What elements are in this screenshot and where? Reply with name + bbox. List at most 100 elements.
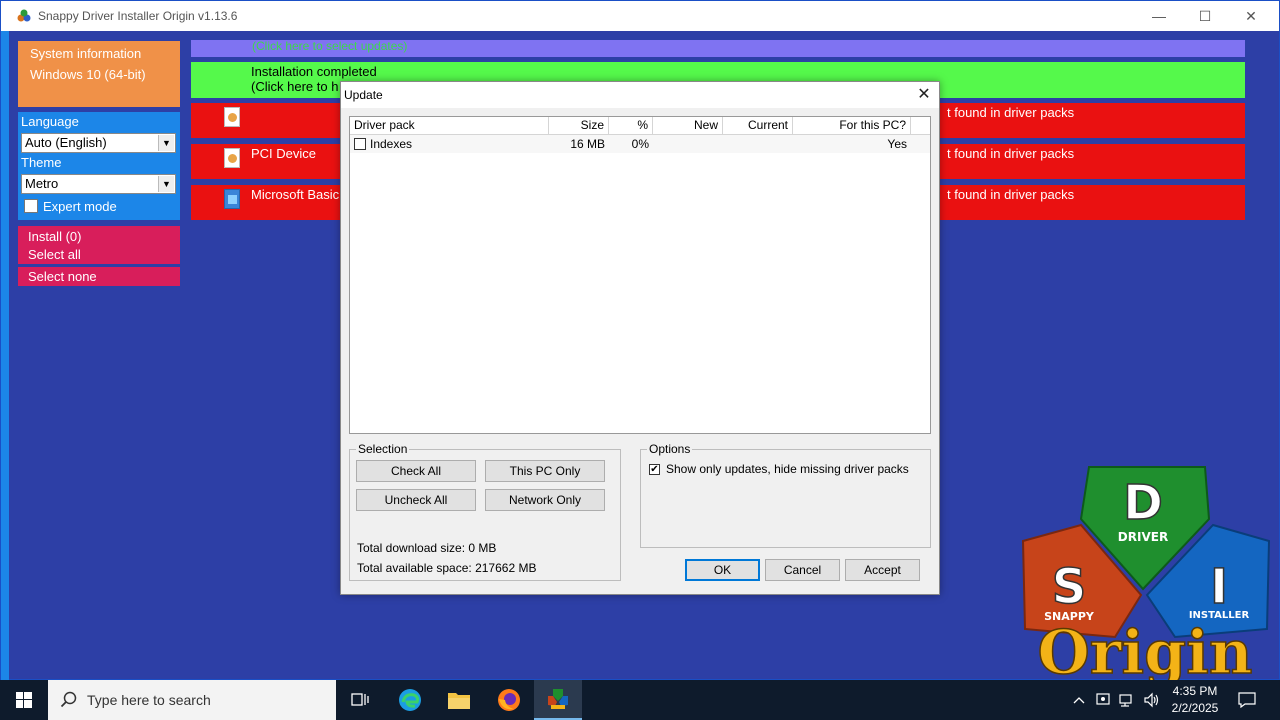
chevron-up-icon [1073,697,1085,704]
logo-origin: Origin [1037,618,1252,681]
theme-select[interactable]: Metro ▼ [21,174,176,194]
total-available-space: Total available space: 217662 MB [357,561,537,575]
pack-size: 16 MB [570,137,605,151]
this-pc-only-button[interactable]: This PC Only [485,460,605,482]
install-button[interactable]: Install (0) [28,228,170,246]
logo-letter-d: D [1123,475,1163,531]
search-placeholder: Type here to search [87,692,211,708]
update-dialog: Update ✕ Driver pack Size % New Current … [340,81,940,595]
theme-value: Metro [25,176,59,191]
selection-group: Selection Check All This PC Only Uncheck… [349,442,621,581]
checkmark-icon[interactable]: ✔ [649,463,660,475]
app-icon [17,9,31,22]
tray-meet-button[interactable] [1092,680,1114,720]
firefox-taskbar-button[interactable] [485,680,533,720]
clock-date: 2/2/2025 [1171,701,1219,715]
edge-taskbar-button[interactable] [386,680,434,720]
file-explorer-button[interactable] [435,680,483,720]
column-current[interactable]: Current [723,117,793,134]
close-button[interactable]: ✕ [1228,1,1274,31]
search-icon [60,691,77,708]
pack-name: Indexes [370,137,413,151]
maximize-button[interactable]: ☐ [1182,1,1228,31]
pack-for-pc: Yes [887,137,907,151]
firefox-icon [498,689,520,711]
left-edge-strip [1,31,9,681]
cancel-button[interactable]: Cancel [765,559,840,581]
logo-letter-s: S [1052,559,1087,615]
task-view-icon [351,693,369,706]
check-all-button[interactable]: Check All [356,460,476,482]
dialog-title-bar[interactable]: Update [341,82,939,108]
chevron-down-icon[interactable]: ▼ [158,135,174,151]
column-for-this-pc[interactable]: For this PC? [793,117,911,134]
options-group: Options ✔ Show only updates, hide missin… [640,442,931,548]
system-info-panel[interactable]: System information Windows 10 (64-bit) [18,41,180,107]
tray-network-button[interactable] [1116,680,1138,720]
clock-time: 4:35 PM [1172,684,1218,698]
column-new[interactable]: New [653,117,723,134]
title-bar[interactable]: Snappy Driver Installer Origin v1.13.6 —… [1,1,1279,31]
device-name: PCI Device [251,146,317,161]
driver-pack-icon [224,148,240,168]
options-label: Options [647,442,693,456]
select-all-button[interactable]: Select all [28,246,170,264]
start-button[interactable] [0,680,48,720]
dialog-close-icon[interactable]: ✕ [915,85,933,105]
driver-pack-icon [224,107,240,127]
pack-percent: 0% [631,137,649,151]
tray-volume-button[interactable] [1140,680,1162,720]
taskbar: Type here to search 4:35 PM 2/2/2025 [0,680,1280,720]
action-center-button[interactable] [1234,680,1260,720]
sdi-app-icon [548,689,568,709]
search-box[interactable]: Type here to search [48,680,336,720]
show-only-updates-checkbox[interactable]: ✔ Show only updates, hide missing driver… [649,462,909,476]
driver-pack-list[interactable]: Driver pack Size % New Current For this … [349,116,931,434]
edge-icon [399,689,421,711]
checkbox-box[interactable] [24,199,38,213]
network-only-button[interactable]: Network Only [485,489,605,511]
pack-new [653,135,723,153]
window-title: Snappy Driver Installer Origin v1.13.6 [38,9,238,23]
language-value: Auto (English) [25,135,107,150]
updates-row[interactable]: (Click here to select updates) [191,40,1245,57]
network-icon [1119,694,1132,707]
list-header: Driver pack Size % New Current For this … [350,117,930,135]
ok-button[interactable]: OK [685,559,760,581]
column-size[interactable]: Size [549,117,609,134]
display-adapter-icon [224,189,240,209]
row-checkbox[interactable] [354,138,366,150]
chevron-down-icon[interactable]: ▼ [158,176,174,192]
accept-button[interactable]: Accept [845,559,920,581]
device-name: Microsoft Basic [251,187,340,202]
folder-icon [448,693,470,709]
table-row[interactable]: Indexes 16 MB 0% Yes [350,135,930,153]
task-view-button[interactable] [336,680,384,720]
os-label: Windows 10 (64-bit) [30,67,146,82]
minimize-button[interactable]: — [1136,1,1182,31]
device-status: t found in driver packs [947,146,1075,161]
notification-icon [1238,692,1256,708]
expert-mode-checkbox[interactable]: Expert mode [21,196,177,216]
total-download-size: Total download size: 0 MB [357,541,497,555]
pack-current [723,135,793,153]
clock[interactable]: 4:35 PM 2/2/2025 [1160,683,1230,717]
show-hidden-icons-button[interactable] [1068,680,1090,720]
windows-logo-icon [16,692,32,708]
logo-letter-i: I [1210,559,1228,615]
language-select[interactable]: Auto (English) ▼ [21,133,176,153]
sdi-origin-logo: D DRIVER S SNAPPY I INSTALLER Origin [1021,466,1271,681]
settings-panel: Language Auto (English) ▼ Theme Metro ▼ … [18,112,180,220]
expert-mode-label: Expert mode [43,198,117,214]
install-panel: Install (0) Select all [18,226,180,264]
select-none-button[interactable]: Select none [18,267,180,286]
uncheck-all-button[interactable]: Uncheck All [356,489,476,511]
show-only-updates-label: Show only updates, hide missing driver p… [666,462,909,476]
speaker-icon [1144,692,1159,708]
column-percent[interactable]: % [609,117,653,134]
sdi-taskbar-button[interactable] [534,680,582,720]
system-info-label: System information [30,46,142,61]
column-driver-pack[interactable]: Driver pack [350,117,549,134]
dialog-title: Update [344,88,383,102]
device-status: t found in driver packs [947,187,1075,202]
